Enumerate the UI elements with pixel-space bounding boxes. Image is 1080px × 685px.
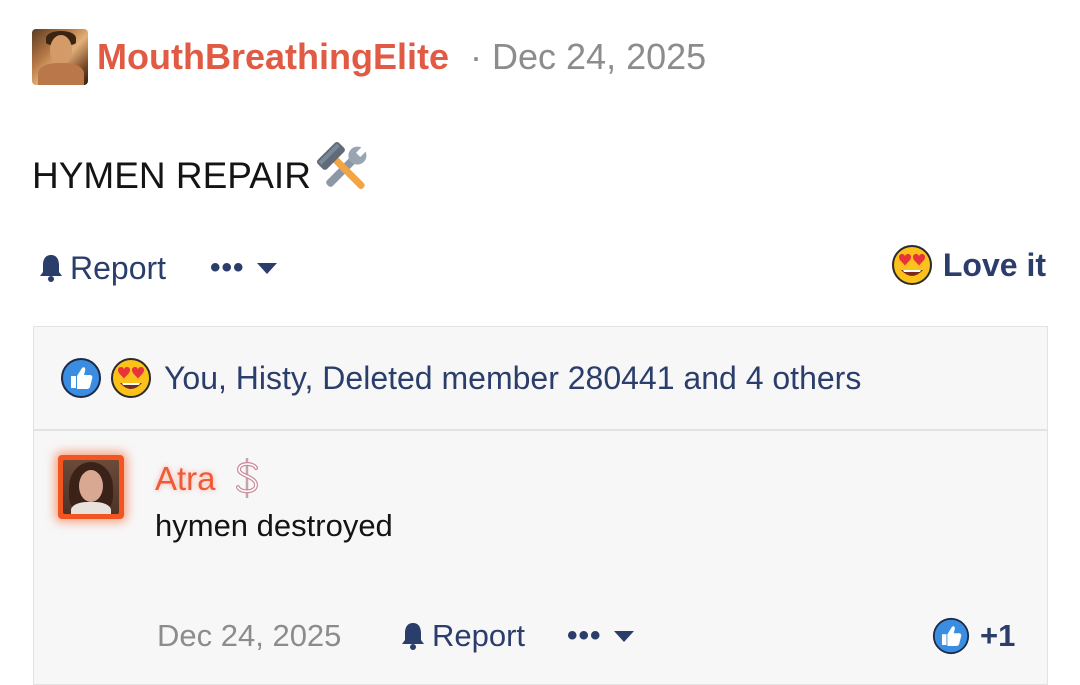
post-actions: Report ••• (38, 246, 277, 290)
comment-like-count: +1 (980, 618, 1016, 653)
thumbs-up-icon (61, 358, 101, 398)
post-date[interactable]: · Dec 24, 2025 (470, 36, 706, 78)
reactions-summary-text: You, Histy, Deleted member 280441 and 4 … (164, 359, 862, 396)
bell-icon (40, 255, 62, 282)
author-username[interactable]: MouthBreathingElite (97, 36, 449, 78)
author-avatar[interactable] (32, 29, 88, 85)
post-date-text: Dec 24, 2025 (492, 36, 707, 77)
comment-like-button[interactable]: +1 (932, 616, 1015, 656)
more-options-button[interactable]: ••• (210, 251, 245, 285)
comment-username[interactable]: Atra (155, 458, 216, 500)
love-it-label: Love it (942, 246, 1046, 283)
comment-date[interactable]: Dec 24, 2025 (157, 616, 341, 656)
comment-actions: Report ••• (400, 616, 634, 656)
love-it-button[interactable]: Love it (891, 244, 1046, 286)
report-label: Report (70, 249, 167, 286)
comment-report-button[interactable]: Report (400, 618, 525, 654)
reactions-summary[interactable]: You, Histy, Deleted member 280441 and 4 … (60, 355, 861, 401)
bell-icon (402, 623, 424, 650)
comment-more-options-button[interactable]: ••• (567, 619, 602, 653)
comment-body: hymen destroyed (155, 508, 393, 543)
post-content: HYMEN REPAIR (32, 155, 311, 196)
chevron-down-icon[interactable] (256, 262, 277, 274)
report-button[interactable]: Report (38, 250, 166, 287)
hammer-and-wrench-icon (316, 141, 367, 189)
dollar-icon (236, 458, 259, 498)
comment-avatar[interactable] (58, 455, 124, 519)
thumbs-up-icon (932, 617, 970, 655)
chevron-down-icon[interactable] (613, 630, 634, 642)
divider (34, 429, 1047, 431)
date-separator: · (470, 36, 482, 77)
heart-eyes-icon (111, 358, 151, 398)
comment-report-label: Report (432, 618, 526, 653)
heart-eyes-icon (891, 245, 932, 285)
